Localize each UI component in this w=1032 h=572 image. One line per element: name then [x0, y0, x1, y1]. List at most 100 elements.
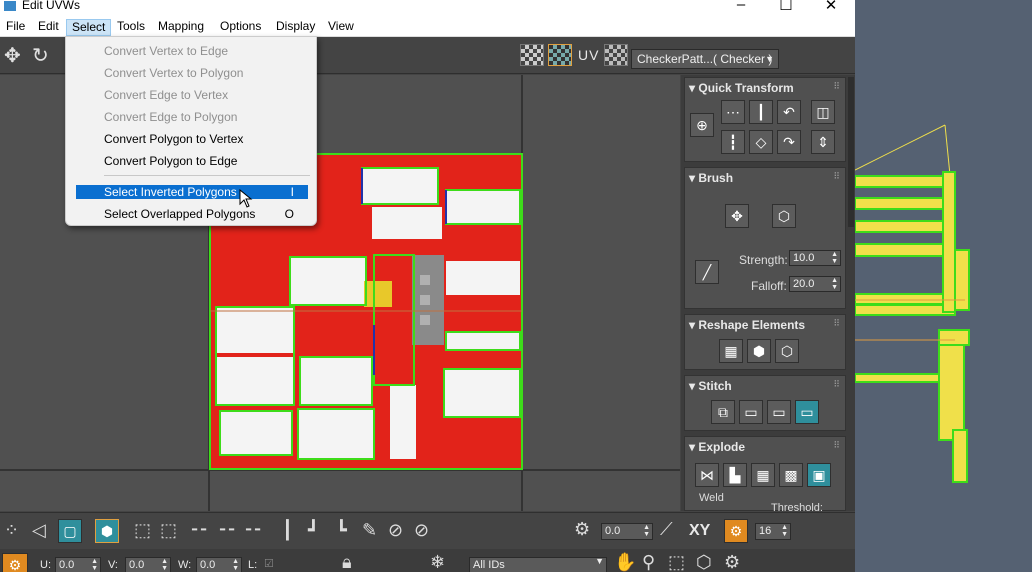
strength-spinner[interactable]: 10.0 ▲ ▼ [789, 250, 841, 266]
drag-handle-icon[interactable]: ⠿ [833, 318, 840, 329]
drag-handle-icon[interactable]: ⠿ [833, 379, 840, 390]
align-edge-icon[interactable]: ┇ [721, 130, 745, 154]
drag-handle-icon[interactable]: ⠿ [833, 81, 840, 92]
grow-selection-icon[interactable]: ⁃⁃ [190, 520, 208, 541]
spinner-arrows-icon[interactable]: ▲ ▼ [91, 558, 98, 572]
spinner-arrows-icon[interactable]: ▲ ▼ [781, 524, 788, 538]
edge-ring-icon[interactable]: ┗ [336, 520, 347, 541]
lock-checkbox[interactable]: ☑ [264, 557, 274, 570]
minimize-icon[interactable]: – [718, 0, 764, 13]
rotate-angle-icon[interactable]: ⚙ [574, 519, 590, 540]
break-by-material-icon[interactable]: ▩ [779, 463, 803, 487]
menu-edit[interactable]: Edit [33, 19, 64, 36]
rollout-title[interactable]: ▾ Reshape Elements [689, 318, 805, 332]
break-icon[interactable]: ⋈ [695, 463, 719, 487]
pivot-icon[interactable]: ⊕ [690, 113, 714, 137]
menu-view[interactable]: View [323, 19, 359, 36]
rotate-cw-icon[interactable]: ↷ [777, 130, 801, 154]
space-vertical-icon[interactable]: ⇕ [811, 130, 835, 154]
texture-select[interactable]: CheckerPatt...( Checker ) ▼ [631, 49, 779, 69]
spinner-arrows-icon[interactable]: ▲ ▼ [232, 558, 239, 572]
menu-options[interactable]: Options [215, 19, 266, 36]
checker-toggle-icon[interactable] [520, 44, 544, 66]
lock-icon[interactable]: 🔒︎ [342, 552, 352, 572]
relax-icon[interactable]: ⬢ [747, 339, 771, 363]
spinner-arrows-icon[interactable]: ▲ ▼ [161, 558, 168, 572]
loop-selection-icon[interactable]: ⁃⁃ [244, 520, 262, 541]
u-spinner[interactable]: 0.0 ▲ ▼ [55, 557, 101, 572]
stitch-average-icon[interactable]: ▭ [767, 400, 791, 424]
stitch-source-icon[interactable]: ▭ [739, 400, 763, 424]
flatten-by-angle-icon[interactable]: ▣ [807, 463, 831, 487]
rollout-title[interactable]: ▾ Explode [689, 440, 745, 454]
straighten-icon[interactable]: ▦ [719, 339, 743, 363]
break-by-smoothing-icon[interactable]: ▦ [751, 463, 775, 487]
3d-viewport[interactable] [855, 0, 1032, 572]
rollout-title[interactable]: ▾ Quick Transform [689, 81, 794, 95]
move-icon[interactable]: ✥ [4, 43, 21, 68]
curve-icon[interactable]: ⟋ [660, 519, 673, 540]
menu-select[interactable]: Select [66, 19, 112, 36]
edge-loop-icon[interactable]: ┛ [308, 520, 319, 541]
stitch-target-icon[interactable]: ▭ [795, 400, 819, 424]
maximize-icon[interactable]: ☐ [763, 0, 809, 14]
menu-item-convert-vertex-to-polygon[interactable]: Convert Vertex to Polygon [76, 66, 308, 80]
menu-display[interactable]: Display [271, 19, 320, 36]
flatten-icon[interactable]: ⬡ [775, 339, 799, 363]
xy-toggle[interactable]: XY [689, 522, 710, 540]
menu-file[interactable]: File [1, 19, 30, 36]
align-center-icon[interactable]: ◇ [749, 130, 773, 154]
paint-select-icon[interactable]: ✎ [362, 520, 377, 541]
relax-brush-icon[interactable]: ⬡ [772, 204, 796, 228]
texture-settings-icon[interactable] [604, 44, 628, 66]
rotate-icon[interactable]: ↻ [32, 43, 49, 68]
v-spinner[interactable]: 0.0 ▲ ▼ [125, 557, 171, 572]
menu-tools[interactable]: Tools [112, 19, 150, 36]
menu-item-convert-polygon-to-edge[interactable]: Convert Polygon to Edge [76, 154, 308, 168]
freeze-icon[interactable]: ❄ [430, 552, 445, 572]
align-horizontal-icon[interactable]: ⋯ [721, 100, 745, 124]
vertex-mode-icon[interactable]: ⁘ [4, 520, 19, 541]
menu-mapping[interactable]: Mapping [153, 19, 209, 36]
rollout-title[interactable]: ▾ Stitch [689, 379, 732, 393]
ring-selection-icon[interactable]: ┃ [282, 520, 293, 541]
zoom-region-icon[interactable]: ⬚ [668, 552, 685, 572]
zoom-extents-icon[interactable]: ⬡ [696, 552, 712, 572]
spinner-arrows-icon[interactable]: ▲ ▼ [831, 251, 838, 265]
menu-item-convert-polygon-to-vertex[interactable]: Convert Polygon to Vertex [76, 132, 308, 146]
rollout-title[interactable]: ▾ Brush [689, 171, 733, 185]
space-horizontal-icon[interactable]: ◫ [811, 100, 835, 124]
paint-grow-icon[interactable]: ⊘ [388, 520, 403, 541]
element-mode-icon[interactable]: ⬢ [95, 519, 119, 543]
menu-item-convert-edge-to-polygon[interactable]: Convert Edge to Polygon [76, 110, 308, 124]
edge-mode-icon[interactable]: ◁ [32, 520, 46, 541]
polygon-mode-icon[interactable]: ▢ [58, 519, 82, 543]
zoom-icon[interactable]: ⚲ [642, 552, 655, 572]
w-spinner[interactable]: 0.0 ▲ ▼ [196, 557, 242, 572]
paint-shrink-icon[interactable]: ⊘ [414, 520, 429, 541]
select-by-element-icon[interactable]: ⬚ [134, 520, 151, 541]
material-id-select[interactable]: All IDs ▼ [469, 557, 607, 572]
paint-move-icon[interactable]: ✥ [725, 204, 749, 228]
rotate-ccw-icon[interactable]: ↶ [777, 100, 801, 124]
menu-item-select-overlapped-polygons[interactable]: Select Overlapped Polygons O [76, 207, 308, 221]
menu-item-select-inverted-polygons[interactable]: Select Inverted Polygons I [76, 185, 308, 199]
falloff-spinner[interactable]: 20.0 ▲ ▼ [789, 276, 841, 292]
stitch-custom-icon[interactable]: ⧉ [711, 400, 735, 424]
snap-grid-icon[interactable]: ⚙ [724, 519, 748, 543]
pan-hand-icon[interactable]: ✋ [614, 552, 636, 572]
absolute-mode-icon[interactable]: ⚙ [2, 553, 28, 572]
drag-handle-icon[interactable]: ⠿ [833, 171, 840, 182]
brush-line-icon[interactable]: ╱ [695, 260, 719, 284]
menu-item-convert-edge-to-vertex[interactable]: Convert Edge to Vertex [76, 88, 308, 102]
uv-axis-label[interactable]: UV [578, 47, 599, 63]
select-by-element-alt-icon[interactable]: ⬚ [160, 520, 177, 541]
break-by-polygon-icon[interactable]: ▙ [723, 463, 747, 487]
close-icon[interactable]: ✕ [808, 0, 854, 14]
spinner-arrows-icon[interactable]: ▲ ▼ [643, 524, 650, 538]
shrink-selection-icon[interactable]: ⁃⁃ [218, 520, 236, 541]
align-vertical-icon[interactable]: ┃ [749, 100, 773, 124]
panel-scrollbar[interactable] [848, 77, 854, 227]
options-icon[interactable]: ⚙ [724, 552, 740, 572]
menu-item-convert-vertex-to-edge[interactable]: Convert Vertex to Edge [76, 44, 308, 58]
